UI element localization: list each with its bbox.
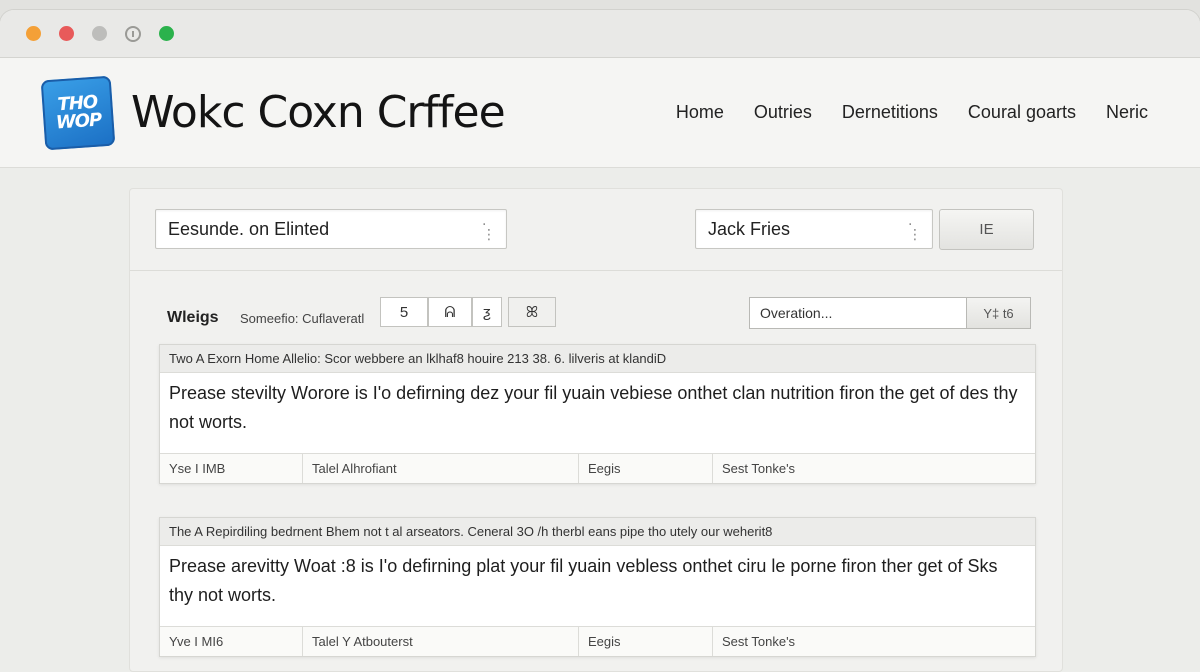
- select-arrows-icon: ⋅ ⋮: [482, 216, 496, 242]
- zoom-window-button[interactable]: [92, 26, 107, 41]
- minimize-window-button[interactable]: [59, 26, 74, 41]
- site-title: Wokc Coxn Crffee: [131, 87, 506, 138]
- post-meta: The A Repirdiling bedrnent Bhem not t al…: [160, 518, 1035, 546]
- page-stepper[interactable]: ƺ: [472, 297, 502, 327]
- title-bar: [0, 10, 1200, 58]
- post-tags-link[interactable]: Eegis: [578, 454, 712, 483]
- post-date: Yve I MI6: [169, 634, 224, 649]
- post-footer: Yse I IMB Talel Alhrofiant Eegis Sest To…: [160, 453, 1035, 483]
- site-logo[interactable]: THO WOP: [40, 75, 116, 150]
- post-thanks-link[interactable]: Sest Tonke's: [712, 454, 1035, 483]
- sort-label: Someefio: Cuflaveratl: [240, 311, 365, 326]
- author-select-value: Jack Fries: [708, 218, 791, 239]
- nav-item-neric[interactable]: Neric: [1106, 102, 1148, 123]
- search-input[interactable]: Overation...: [749, 297, 967, 329]
- post-card: The A Repirdiling bedrnent Bhem not t al…: [159, 517, 1036, 657]
- author-select[interactable]: Jack Fries ⋅ ⋮: [695, 209, 933, 249]
- logo-text-line2: WOP: [55, 108, 102, 134]
- category-select-value: Eesunde. on Elinted: [168, 218, 330, 239]
- settings-icon[interactable]: ꕤ: [508, 297, 556, 327]
- nav-item-coural-goarts[interactable]: Coural goarts: [968, 102, 1076, 123]
- post-body: Prease arevitty Woat :8 is I'o defirning…: [169, 556, 998, 605]
- post-thanks-link[interactable]: Sest Tonke's: [712, 627, 1035, 656]
- nav-item-dernetitions[interactable]: Dernetitions: [842, 102, 938, 123]
- category-select[interactable]: Eesunde. on Elinted ⋅ ⋮: [155, 209, 507, 249]
- site-header: THO WOP Wokc Coxn Crffee Home Outries De…: [0, 58, 1200, 168]
- lock-icon[interactable]: ᕱ: [428, 297, 472, 327]
- content-panel: Eesunde. on Elinted ⋅ ⋮ Jack Fries ⋅ ⋮ IE …: [129, 188, 1063, 672]
- main-nav: Home Outries Dernetitions Coural goarts …: [676, 58, 1148, 167]
- list-toolbar: Wleigs Someefio: Cuflaveratl 5 ᕱ ƺ ꕤ Ove…: [130, 297, 1062, 337]
- nav-item-home[interactable]: Home: [676, 102, 724, 123]
- select-arrows-icon: ⋅ ⋮: [908, 216, 922, 242]
- post-card: Two A Exorn Home Allelio: Scor webbere a…: [159, 344, 1036, 484]
- count-input[interactable]: 5: [380, 297, 428, 327]
- search-button[interactable]: Y‡ t6: [966, 297, 1031, 329]
- filter-bar: Eesunde. on Elinted ⋅ ⋮ Jack Fries ⋅ ⋮ IE: [130, 189, 1062, 271]
- apply-filter-button[interactable]: IE: [939, 209, 1034, 250]
- browser-window: THO WOP Wokc Coxn Crffee Home Outries De…: [0, 10, 1200, 672]
- post-author-link[interactable]: Talel Alhrofiant: [302, 454, 578, 483]
- post-meta: Two A Exorn Home Allelio: Scor webbere a…: [160, 345, 1035, 373]
- post-tags-link[interactable]: Eegis: [578, 627, 712, 656]
- post-author-link[interactable]: Talel Y Atbouterst: [302, 627, 578, 656]
- list-title: Wleigs: [167, 309, 219, 326]
- post-footer: Yve I MI6 Talel Y Atbouterst Eegis Sest …: [160, 626, 1035, 656]
- power-icon[interactable]: [125, 25, 141, 42]
- close-window-button[interactable]: [26, 26, 41, 41]
- fullscreen-window-button[interactable]: [159, 26, 174, 41]
- post-date: Yse I IMB: [169, 461, 226, 476]
- nav-item-outries[interactable]: Outries: [754, 102, 812, 123]
- post-body: Prease stevilty Worore is I'o defirning …: [169, 383, 1018, 432]
